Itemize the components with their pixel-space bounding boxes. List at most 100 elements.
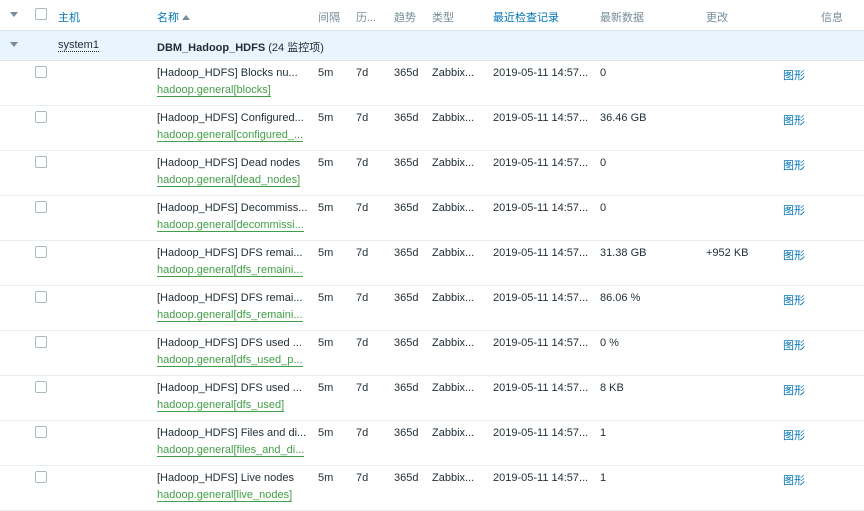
row-checkbox[interactable] — [35, 246, 47, 258]
item-interval: 5m — [318, 337, 334, 349]
item-trends: 365d — [394, 337, 419, 349]
item-trends: 365d — [394, 427, 419, 439]
item-interval: 5m — [318, 472, 334, 484]
item-history: 7d — [356, 247, 369, 259]
item-trends: 365d — [394, 157, 419, 169]
item-key: hadoop.general[files_and_di... — [157, 444, 305, 457]
item-last-check: 2019-05-11 14:57... — [493, 472, 589, 484]
table-row: [Hadoop_HDFS] Live nodes 5m 7d 365d Zabbix..… — [0, 466, 864, 511]
item-last-check: 2019-05-11 14:57... — [493, 202, 589, 214]
item-name: [Hadoop_HDFS] Configured... — [157, 112, 304, 124]
item-last-check: 2019-05-11 14:57... — [493, 67, 589, 79]
application-name: DBM_Hadoop_HDFS (24 监控项) — [157, 39, 324, 55]
item-name: [Hadoop_HDFS] DFS remai... — [157, 292, 303, 304]
item-type: Zabbix... — [432, 67, 475, 79]
item-last-value: 0 — [600, 202, 607, 214]
graph-link[interactable]: 图形 — [783, 67, 805, 83]
column-info: 信息 — [821, 12, 843, 24]
row-checkbox[interactable] — [35, 111, 47, 123]
graph-link[interactable]: 图形 — [783, 247, 805, 263]
item-interval: 5m — [318, 382, 334, 394]
table-row: [Hadoop_HDFS] DFS used ... 5m 7d 365d Zabbix… — [0, 331, 864, 376]
item-interval: 5m — [318, 247, 334, 259]
item-last-value: 0 — [600, 67, 607, 79]
item-type: Zabbix... — [432, 202, 475, 214]
table-row: [Hadoop_HDFS] Dead nodes 5m 7d 365d Zabbix..… — [0, 151, 864, 196]
host-group-row: system1 DBM_Hadoop_HDFS (24 监控项) — [0, 31, 864, 61]
item-key: hadoop.general[blocks] — [157, 84, 271, 97]
item-rows: [Hadoop_HDFS] Blocks nu... 5m 7d 365d Zabbix… — [0, 61, 864, 511]
row-checkbox[interactable] — [35, 156, 47, 168]
table-row: [Hadoop_HDFS] Blocks nu... 5m 7d 365d Zabbix… — [0, 61, 864, 106]
item-history: 7d — [356, 292, 369, 304]
graph-link[interactable]: 图形 — [783, 202, 805, 218]
item-type: Zabbix... — [432, 382, 475, 394]
item-name: [Hadoop_HDFS] DFS used ... — [157, 337, 302, 349]
table-header: 主机 名称 间隔 历... 趋势 类型 最近检查记录 最新数据 更改 信息 — [0, 0, 864, 31]
graph-link[interactable]: 图形 — [783, 292, 805, 308]
item-last-value: 0 — [600, 157, 607, 169]
item-name: [Hadoop_HDFS] Dead nodes — [157, 157, 301, 169]
item-name: [Hadoop_HDFS] Live nodes — [157, 472, 294, 484]
row-checkbox[interactable] — [35, 336, 47, 348]
item-name: [Hadoop_HDFS] DFS remai... — [157, 247, 303, 259]
graph-link[interactable]: 图形 — [783, 112, 805, 128]
item-last-value: 1 — [600, 427, 607, 439]
item-key: hadoop.general[dfs_remaini... — [157, 309, 303, 322]
item-trends: 365d — [394, 202, 419, 214]
item-key: hadoop.general[decommissi... — [157, 219, 304, 232]
item-type: Zabbix... — [432, 157, 475, 169]
item-last-value: 86.06 % — [600, 292, 641, 304]
table-row: [Hadoop_HDFS] Decommiss... 5m 7d 365d Zabbix… — [0, 196, 864, 241]
column-trends: 趋势 — [394, 12, 416, 24]
row-checkbox[interactable] — [35, 471, 47, 483]
graph-link[interactable]: 图形 — [783, 382, 805, 398]
item-history: 7d — [356, 157, 369, 169]
graph-link[interactable]: 图形 — [783, 157, 805, 173]
row-checkbox[interactable] — [35, 381, 47, 393]
item-type: Zabbix... — [432, 427, 475, 439]
graph-link[interactable]: 图形 — [783, 472, 805, 488]
item-trends: 365d — [394, 247, 419, 259]
item-type: Zabbix... — [432, 247, 475, 259]
graph-link[interactable]: 图形 — [783, 337, 805, 353]
item-key: hadoop.general[dead_nodes] — [157, 174, 301, 187]
graph-link[interactable]: 图形 — [783, 427, 805, 443]
collapse-group-icon[interactable] — [10, 42, 18, 47]
row-checkbox[interactable] — [35, 291, 47, 303]
column-name[interactable]: 名称 — [157, 12, 179, 24]
item-last-check: 2019-05-11 14:57... — [493, 427, 589, 439]
table-row: [Hadoop_HDFS] DFS remai... 5m 7d 365d Zabbix… — [0, 286, 864, 331]
item-interval: 5m — [318, 112, 334, 124]
row-checkbox[interactable] — [35, 201, 47, 213]
row-checkbox[interactable] — [35, 426, 47, 438]
item-interval: 5m — [318, 202, 334, 214]
table-row: [Hadoop_HDFS] Files and di... 5m 7d 365d Zab… — [0, 421, 864, 466]
column-name-wrap[interactable]: 名称 — [157, 9, 190, 25]
item-key: hadoop.general[live_nodes] — [157, 489, 293, 502]
item-interval: 5m — [318, 67, 334, 79]
host-link[interactable]: system1 — [58, 39, 99, 52]
item-key: hadoop.general[configured_... — [157, 129, 304, 142]
item-last-value: 31.38 GB — [600, 247, 647, 259]
item-history: 7d — [356, 382, 369, 394]
column-change: 更改 — [706, 12, 728, 24]
column-last-check[interactable]: 最近检查记录 — [493, 9, 559, 25]
item-name: [Hadoop_HDFS] Decommiss... — [157, 202, 308, 214]
item-name: [Hadoop_HDFS] DFS used ... — [157, 382, 302, 394]
row-checkbox[interactable] — [35, 66, 47, 78]
item-name: [Hadoop_HDFS] Files and di... — [157, 427, 307, 439]
column-last-value: 最新数据 — [600, 12, 644, 24]
item-name: [Hadoop_HDFS] Blocks nu... — [157, 67, 298, 79]
select-all-checkbox[interactable] — [35, 8, 47, 20]
collapse-all-icon[interactable] — [10, 12, 18, 17]
item-history: 7d — [356, 427, 369, 439]
column-host[interactable]: 主机 — [58, 9, 80, 25]
item-history: 7d — [356, 202, 369, 214]
item-last-value: 1 — [600, 472, 607, 484]
table-row: [Hadoop_HDFS] DFS remai... 5m 7d 365d Zabbix… — [0, 241, 864, 286]
column-history: 历... — [356, 12, 377, 24]
item-last-check: 2019-05-11 14:57... — [493, 337, 589, 349]
sort-asc-icon — [182, 15, 190, 20]
item-trends: 365d — [394, 382, 419, 394]
